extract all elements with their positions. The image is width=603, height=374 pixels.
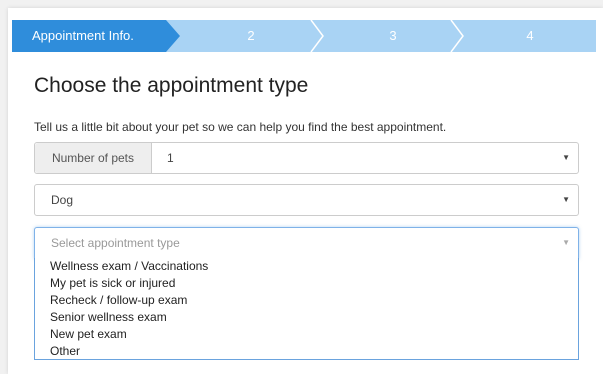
caret-down-icon: ▼ [562, 153, 570, 162]
option-senior-wellness[interactable]: Senior wellness exam [35, 309, 578, 326]
active-step-arrow [166, 20, 180, 52]
step-3-label: 3 [389, 28, 397, 43]
species-select[interactable]: Dog ▼ [34, 184, 579, 216]
step-4-label: 4 [526, 28, 534, 43]
step-3[interactable]: 3 [322, 20, 464, 52]
appointment-type-placeholder: Select appointment type [51, 236, 180, 250]
number-of-pets-select[interactable]: Number of pets 1 ▼ [34, 142, 579, 174]
appointment-type-select[interactable]: Select appointment type ▼ [34, 227, 579, 259]
step-4[interactable]: 4 [464, 20, 596, 52]
page-title: Choose the appointment type [34, 74, 309, 97]
step-1-label: Appointment Info. [32, 28, 134, 43]
option-sick-or-injured[interactable]: My pet is sick or injured [35, 275, 578, 292]
caret-down-icon: ▼ [562, 238, 570, 247]
step-2[interactable]: 2 [180, 20, 322, 52]
species-value: Dog [51, 193, 74, 207]
step-2-label: 2 [247, 28, 255, 43]
caret-down-icon: ▼ [562, 195, 570, 204]
progress-stepper: Appointment Info. 2 3 4 [12, 20, 596, 52]
number-of-pets-label: Number of pets [35, 143, 152, 173]
option-other[interactable]: Other [35, 343, 578, 360]
option-wellness-exam[interactable]: Wellness exam / Vaccinations [35, 258, 578, 275]
appointment-type-listbox: Wellness exam / Vaccinations My pet is s… [34, 258, 579, 360]
option-recheck[interactable]: Recheck / follow-up exam [35, 292, 578, 309]
option-new-pet-exam[interactable]: New pet exam [35, 326, 578, 343]
form-description: Tell us a little bit about your pet so w… [34, 120, 447, 134]
step-1[interactable]: Appointment Info. [12, 20, 166, 52]
number-of-pets-value: 1 [167, 151, 174, 165]
